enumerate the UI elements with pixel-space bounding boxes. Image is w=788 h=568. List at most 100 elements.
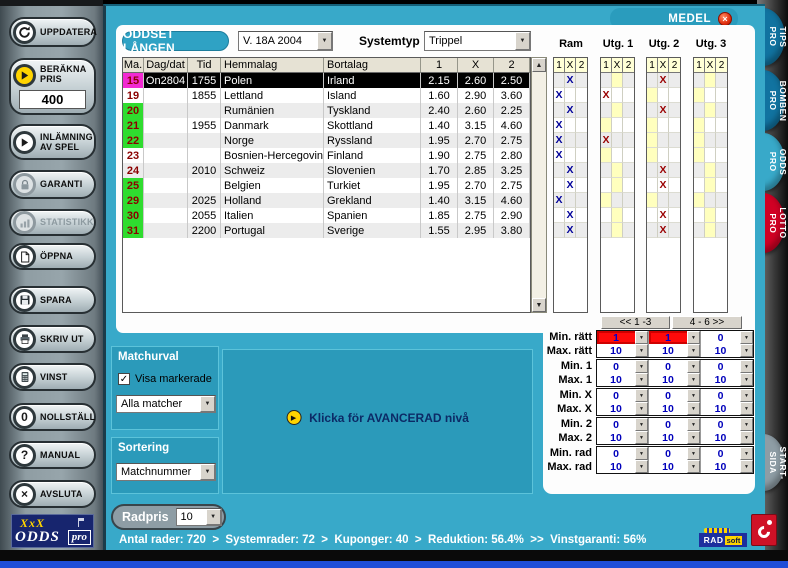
grid-cell[interactable] [647,223,658,238]
grid-cell[interactable] [705,193,716,208]
chevron-down-icon[interactable]: ▼ [200,464,215,480]
grid-cell[interactable] [647,208,658,223]
grid-cell[interactable]: X [565,208,576,223]
grid-cell[interactable] [601,118,612,133]
week-select[interactable]: V. 18A 2004 ▼ [238,31,333,51]
limits-nav-right-button[interactable]: 4 - 6 >> [672,316,742,329]
table-scrollbar[interactable]: ▲ ▼ [531,57,547,313]
chevron-down-icon[interactable]: ▼ [635,460,648,473]
chevron-down-icon[interactable]: ▼ [740,402,753,415]
grid-cell[interactable] [623,103,634,118]
grid-cell[interactable]: X [658,103,669,118]
chevron-down-icon[interactable]: ▼ [687,431,700,444]
grid-cell[interactable] [705,148,716,163]
limit-select-max-r-tt-3[interactable]: 10▼ [701,344,753,357]
grid-cell[interactable] [705,118,716,133]
limit-select-min-2-1[interactable]: 0▼ [597,418,649,431]
grid-cell[interactable] [694,88,705,103]
grid-cell[interactable] [705,208,716,223]
sidebar-button-avsluta[interactable]: ×AVSLUTA [9,480,96,508]
chevron-down-icon[interactable]: ▼ [635,373,648,386]
sidebar-button-inlamning-av-spel[interactable]: INLÄMNINGAV SPEL [9,124,96,160]
grid-cell[interactable]: X [601,133,612,148]
grid-cell[interactable] [576,163,587,178]
grid-cell[interactable] [716,73,727,88]
grid-cell[interactable]: X [554,133,565,148]
grid-cell[interactable] [612,88,623,103]
grid-cell[interactable]: X [658,73,669,88]
grid-cell[interactable] [612,178,623,193]
grid-cell[interactable] [601,193,612,208]
grid-cell[interactable] [623,163,634,178]
table-row-match-24[interactable]: 242010SchweizSlovenien1.702.853.25 [123,163,530,178]
grid-cell[interactable] [565,133,576,148]
grid-cell[interactable] [694,118,705,133]
grid-cell[interactable] [669,178,680,193]
berakna-pris-input[interactable] [19,90,86,109]
chevron-down-icon[interactable]: ▼ [740,460,753,473]
chevron-down-icon[interactable]: ▼ [687,402,700,415]
grid-cell[interactable] [658,133,669,148]
limit-select-min-x-3[interactable]: 0▼ [701,389,753,402]
grid-cell[interactable] [669,88,680,103]
limit-select-max-rad-3[interactable]: 10▼ [701,460,753,473]
grid-cell[interactable] [694,163,705,178]
limit-select-max-r-tt-1[interactable]: 10▼ [597,344,649,357]
limit-select-max-1-2[interactable]: 10▼ [649,373,701,386]
grid-cell[interactable] [669,118,680,133]
grid-cell[interactable]: X [554,193,565,208]
grid-cell[interactable] [669,193,680,208]
grid-cell[interactable] [623,178,634,193]
grid-cell[interactable] [623,88,634,103]
table-row-match-22[interactable]: 22NorgeRyssland1.952.702.75 [123,133,530,148]
grid-cell[interactable] [647,163,658,178]
grid-cell[interactable] [694,193,705,208]
grid-cell[interactable]: X [658,223,669,238]
grid-cell[interactable] [716,163,727,178]
grid-cell[interactable] [716,208,727,223]
chevron-down-icon[interactable]: ▼ [687,344,700,357]
limit-select-max-x-3[interactable]: 10▼ [701,402,753,415]
chevron-down-icon[interactable]: ▼ [687,373,700,386]
table-row-match-31[interactable]: 312200PortugalSverige1.552.953.80 [123,223,530,238]
table-row-match-15[interactable]: 15On28041755PolenIrland2.152.602.50 [123,73,530,88]
chevron-down-icon[interactable]: ▼ [687,331,700,344]
grid-cell[interactable] [576,133,587,148]
chevron-down-icon[interactable]: ▼ [687,460,700,473]
grid-cell[interactable] [716,148,727,163]
limit-select-min-x-2[interactable]: 0▼ [649,389,701,402]
grid-cell[interactable] [658,148,669,163]
limit-select-max-2-2[interactable]: 10▼ [649,431,701,444]
sidebar-button-garanti[interactable]: GARANTI [9,170,96,199]
advanced-level-button[interactable]: ▶ Klicka för AVANCERAD nivå [286,410,469,425]
chevron-down-icon[interactable]: ▼ [635,331,648,344]
grid-cell[interactable] [716,103,727,118]
limit-select-min-r-tt-2[interactable]: 1▼ [649,331,701,344]
grid-cell[interactable] [623,193,634,208]
grid-cell[interactable] [554,178,565,193]
column-header-x[interactable]: X [458,58,494,73]
grid-cell[interactable] [623,223,634,238]
chevron-down-icon[interactable]: ▼ [740,389,753,402]
grid-cell[interactable] [612,103,623,118]
grid-cell[interactable] [554,73,565,88]
limit-select-min-2-3[interactable]: 0▼ [701,418,753,431]
column-header-dagdat[interactable]: Dag/dat [144,58,188,73]
sidebar-button-statistikk[interactable]: STATISTIKK [9,209,96,236]
grid-cell[interactable] [694,223,705,238]
limit-select-min-r-tt-1[interactable]: 1▼ [597,331,649,344]
grid-cell[interactable] [612,148,623,163]
chevron-down-icon[interactable]: ▼ [740,418,753,431]
grid-cell[interactable] [705,133,716,148]
sidebar-button-nollstall[interactable]: 0NOLLSTÄLL [9,403,96,431]
limit-select-min-rad-1[interactable]: 0▼ [597,447,649,460]
limit-select-max-x-2[interactable]: 10▼ [649,402,701,415]
grid-cell[interactable] [694,73,705,88]
grid-cell[interactable] [669,223,680,238]
grid-cell[interactable] [565,88,576,103]
grid-cell[interactable] [601,103,612,118]
grid-cell[interactable]: X [565,223,576,238]
grid-cell[interactable]: X [565,163,576,178]
grid-cell[interactable] [576,118,587,133]
grid-cell[interactable] [554,223,565,238]
